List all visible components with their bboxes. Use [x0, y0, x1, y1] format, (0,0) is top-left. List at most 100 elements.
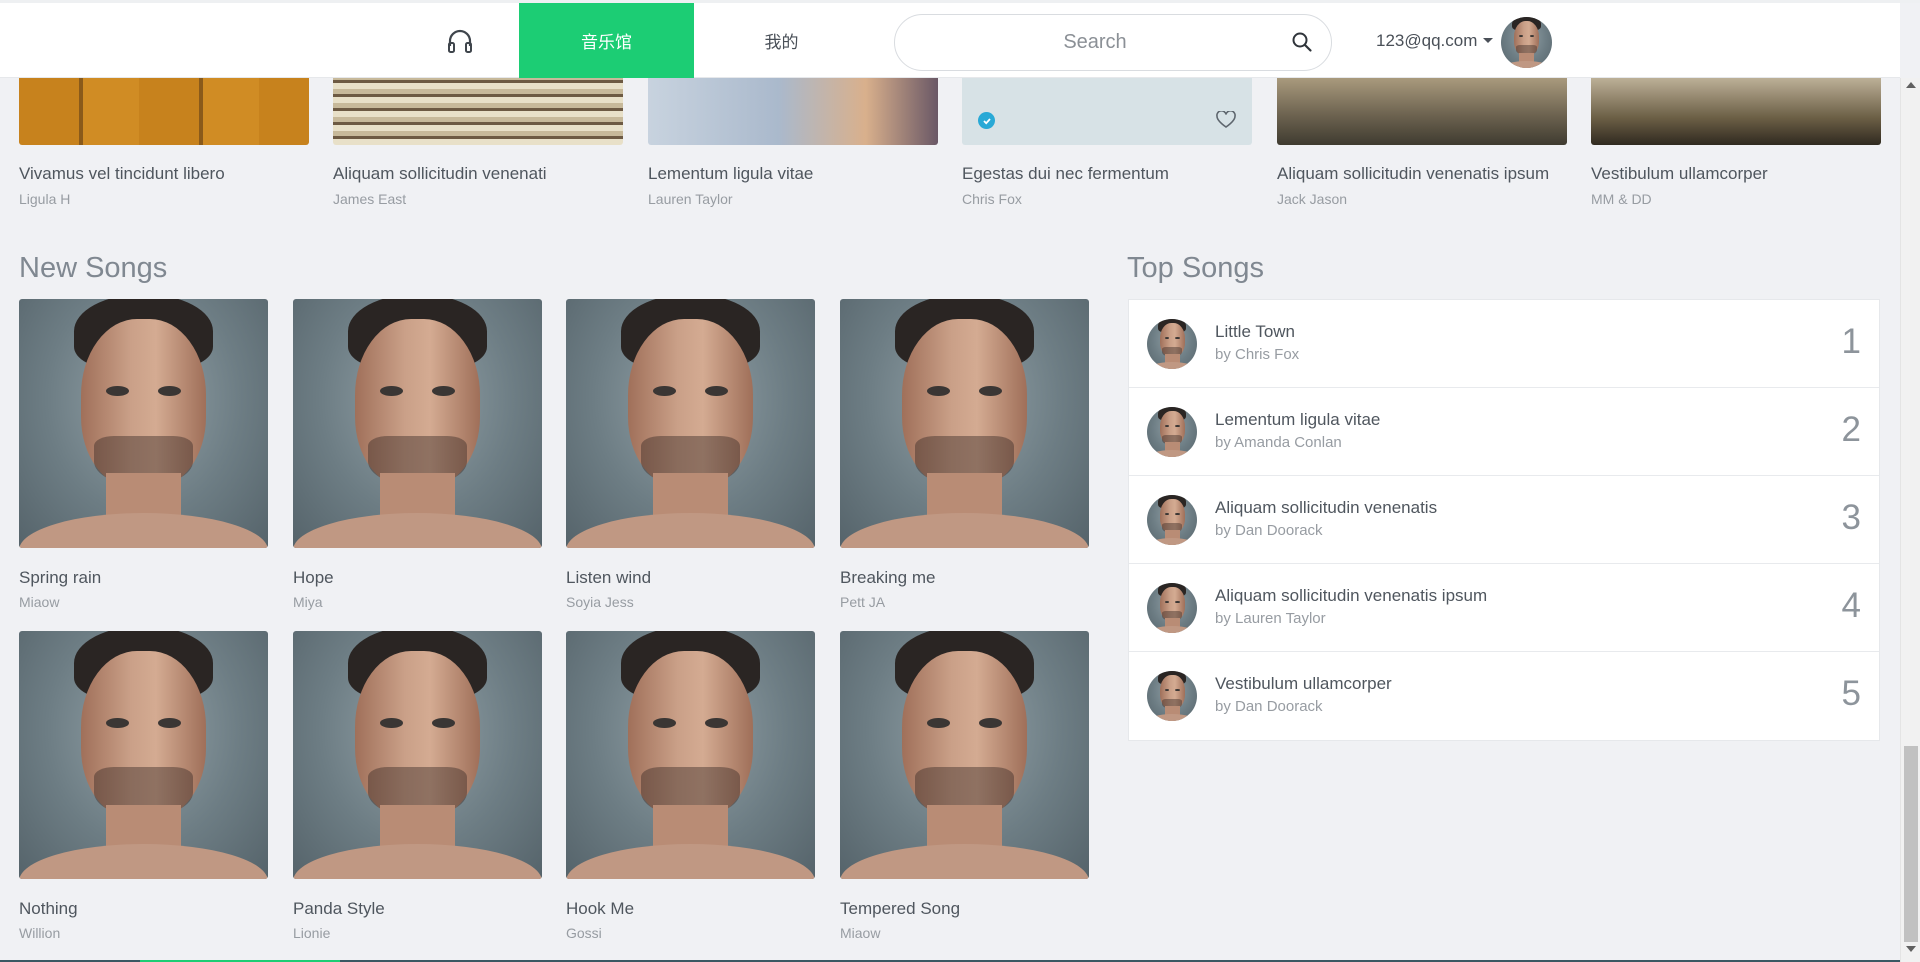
new-songs-heading: New Songs [19, 252, 168, 284]
user-email: 123@qq.com [1376, 30, 1478, 50]
album-card[interactable]: Vivamus vel tincidunt libero Ligula H [19, 78, 309, 207]
search-icon[interactable] [1291, 31, 1315, 55]
top-song-rank: 5 [1841, 674, 1861, 713]
song-title[interactable]: Tempered Song [840, 899, 960, 919]
song-cover[interactable] [566, 631, 815, 879]
song-cover[interactable] [840, 631, 1089, 879]
album-title[interactable]: Egestas dui nec fermentum [962, 164, 1169, 184]
top-song-artist[interactable]: by Dan Doorack [1215, 522, 1323, 539]
top-song-title[interactable]: Vestibulum ullamcorper [1215, 674, 1392, 694]
album-cover[interactable] [333, 78, 623, 145]
heart-icon[interactable] [1216, 109, 1236, 129]
scroll-up-arrow-icon[interactable] [1906, 82, 1916, 88]
song-card[interactable]: Nothing Willion [19, 631, 268, 941]
top-song-rank: 2 [1841, 410, 1861, 449]
search-input[interactable] [915, 15, 1275, 70]
album-card[interactable]: Egestas dui nec fermentum Chris Fox [962, 78, 1252, 207]
top-song-item[interactable]: Lementum ligula vitae by Amanda Conlan 2 [1129, 388, 1879, 476]
tab-mine[interactable]: 我的 [694, 3, 869, 78]
user-menu[interactable]: 123@qq.com [1376, 3, 1494, 78]
tab-music-hall[interactable]: 音乐馆 [519, 3, 694, 78]
album-artist[interactable]: Lauren Taylor [648, 191, 733, 207]
top-song-rank: 3 [1841, 498, 1861, 537]
song-title[interactable]: Hope [293, 568, 334, 588]
album-card[interactable]: Aliquam sollicitudin venenati James East [333, 78, 623, 207]
top-song-rank: 4 [1841, 586, 1861, 625]
scroll-thumb[interactable] [1904, 746, 1918, 942]
search-bar [894, 14, 1332, 71]
album-artist[interactable]: Chris Fox [962, 191, 1022, 207]
headphones-icon[interactable] [400, 3, 520, 78]
album-title[interactable]: Aliquam sollicitudin venenatis ipsum [1277, 164, 1549, 184]
top-song-item[interactable]: Aliquam sollicitudin venenatis ipsum by … [1129, 564, 1879, 652]
top-song-item[interactable]: Aliquam sollicitudin venenatis by Dan Do… [1129, 476, 1879, 564]
song-title[interactable]: Panda Style [293, 899, 385, 919]
album-cover[interactable] [1277, 78, 1567, 145]
top-song-item[interactable]: Little Town by Chris Fox 1 [1129, 300, 1879, 388]
album-cover[interactable] [19, 78, 309, 145]
song-card[interactable]: Spring rain Miaow [19, 299, 268, 610]
album-title[interactable]: Aliquam sollicitudin venenati [333, 164, 547, 184]
avatar[interactable] [1501, 17, 1552, 68]
top-navbar: 音乐馆 我的 123@qq.com [0, 3, 1900, 78]
check-circle-icon[interactable] [978, 112, 995, 129]
song-cover[interactable] [293, 299, 542, 548]
song-cover[interactable] [293, 631, 542, 879]
song-title[interactable]: Nothing [19, 899, 78, 919]
song-card[interactable]: Tempered Song Miaow [840, 631, 1089, 941]
song-cover[interactable] [840, 299, 1089, 548]
song-artist[interactable]: Soyia Jess [566, 594, 634, 610]
album-artist[interactable]: MM & DD [1591, 191, 1652, 207]
album-artist[interactable]: Ligula H [19, 191, 70, 207]
song-card[interactable]: Hope Miya [293, 299, 542, 610]
album-title[interactable]: Lementum ligula vitae [648, 164, 813, 184]
album-cover[interactable] [1591, 78, 1881, 145]
top-song-item[interactable]: Vestibulum ullamcorper by Dan Doorack 5 [1129, 652, 1879, 740]
top-song-artist[interactable]: by Chris Fox [1215, 346, 1299, 363]
song-avatar[interactable] [1147, 583, 1197, 633]
song-card[interactable]: Hook Me Gossi [566, 631, 815, 941]
song-artist[interactable]: Lionie [293, 925, 330, 941]
song-artist[interactable]: Gossi [566, 925, 602, 941]
scroll-down-arrow-icon[interactable] [1906, 946, 1916, 952]
vertical-scrollbar[interactable] [1900, 78, 1920, 962]
song-card[interactable]: Breaking me Pett JA [840, 299, 1089, 610]
top-song-artist[interactable]: by Amanda Conlan [1215, 434, 1342, 451]
top-song-artist[interactable]: by Dan Doorack [1215, 698, 1323, 715]
song-artist[interactable]: Willion [19, 925, 60, 941]
album-cover[interactable] [648, 78, 938, 145]
song-title[interactable]: Spring rain [19, 568, 101, 588]
song-card[interactable]: Panda Style Lionie [293, 631, 542, 941]
song-artist[interactable]: Miaow [19, 594, 59, 610]
song-artist[interactable]: Pett JA [840, 594, 885, 610]
song-avatar[interactable] [1147, 671, 1197, 721]
song-card[interactable]: Listen wind Soyia Jess [566, 299, 815, 610]
album-title[interactable]: Vestibulum ullamcorper [1591, 164, 1768, 184]
top-song-title[interactable]: Little Town [1215, 322, 1295, 342]
album-card[interactable]: Lementum ligula vitae Lauren Taylor [648, 78, 938, 207]
album-card[interactable]: Aliquam sollicitudin venenatis ipsum Jac… [1277, 78, 1567, 207]
song-cover[interactable] [19, 631, 268, 879]
song-artist[interactable]: Miaow [840, 925, 880, 941]
top-song-artist[interactable]: by Lauren Taylor [1215, 610, 1326, 627]
song-title[interactable]: Breaking me [840, 568, 935, 588]
top-song-title[interactable]: Lementum ligula vitae [1215, 410, 1380, 430]
song-avatar[interactable] [1147, 319, 1197, 369]
song-avatar[interactable] [1147, 495, 1197, 545]
song-title[interactable]: Listen wind [566, 568, 651, 588]
album-artist[interactable]: Jack Jason [1277, 191, 1347, 207]
song-cover[interactable] [19, 299, 268, 548]
album-artist[interactable]: James East [333, 191, 406, 207]
top-songs-heading: Top Songs [1127, 252, 1265, 284]
top-song-title[interactable]: Aliquam sollicitudin venenatis ipsum [1215, 586, 1487, 606]
song-title[interactable]: Hook Me [566, 899, 634, 919]
song-avatar[interactable] [1147, 407, 1197, 457]
album-cover[interactable] [962, 78, 1252, 145]
album-title[interactable]: Vivamus vel tincidunt libero [19, 164, 225, 184]
chevron-down-icon [1483, 38, 1494, 43]
song-cover[interactable] [566, 299, 815, 548]
top-song-title[interactable]: Aliquam sollicitudin venenatis [1215, 498, 1437, 518]
top-songs-list: Little Town by Chris Fox 1 Lementum ligu… [1128, 299, 1880, 741]
album-card[interactable]: Vestibulum ullamcorper MM & DD [1591, 78, 1881, 207]
song-artist[interactable]: Miya [293, 594, 323, 610]
